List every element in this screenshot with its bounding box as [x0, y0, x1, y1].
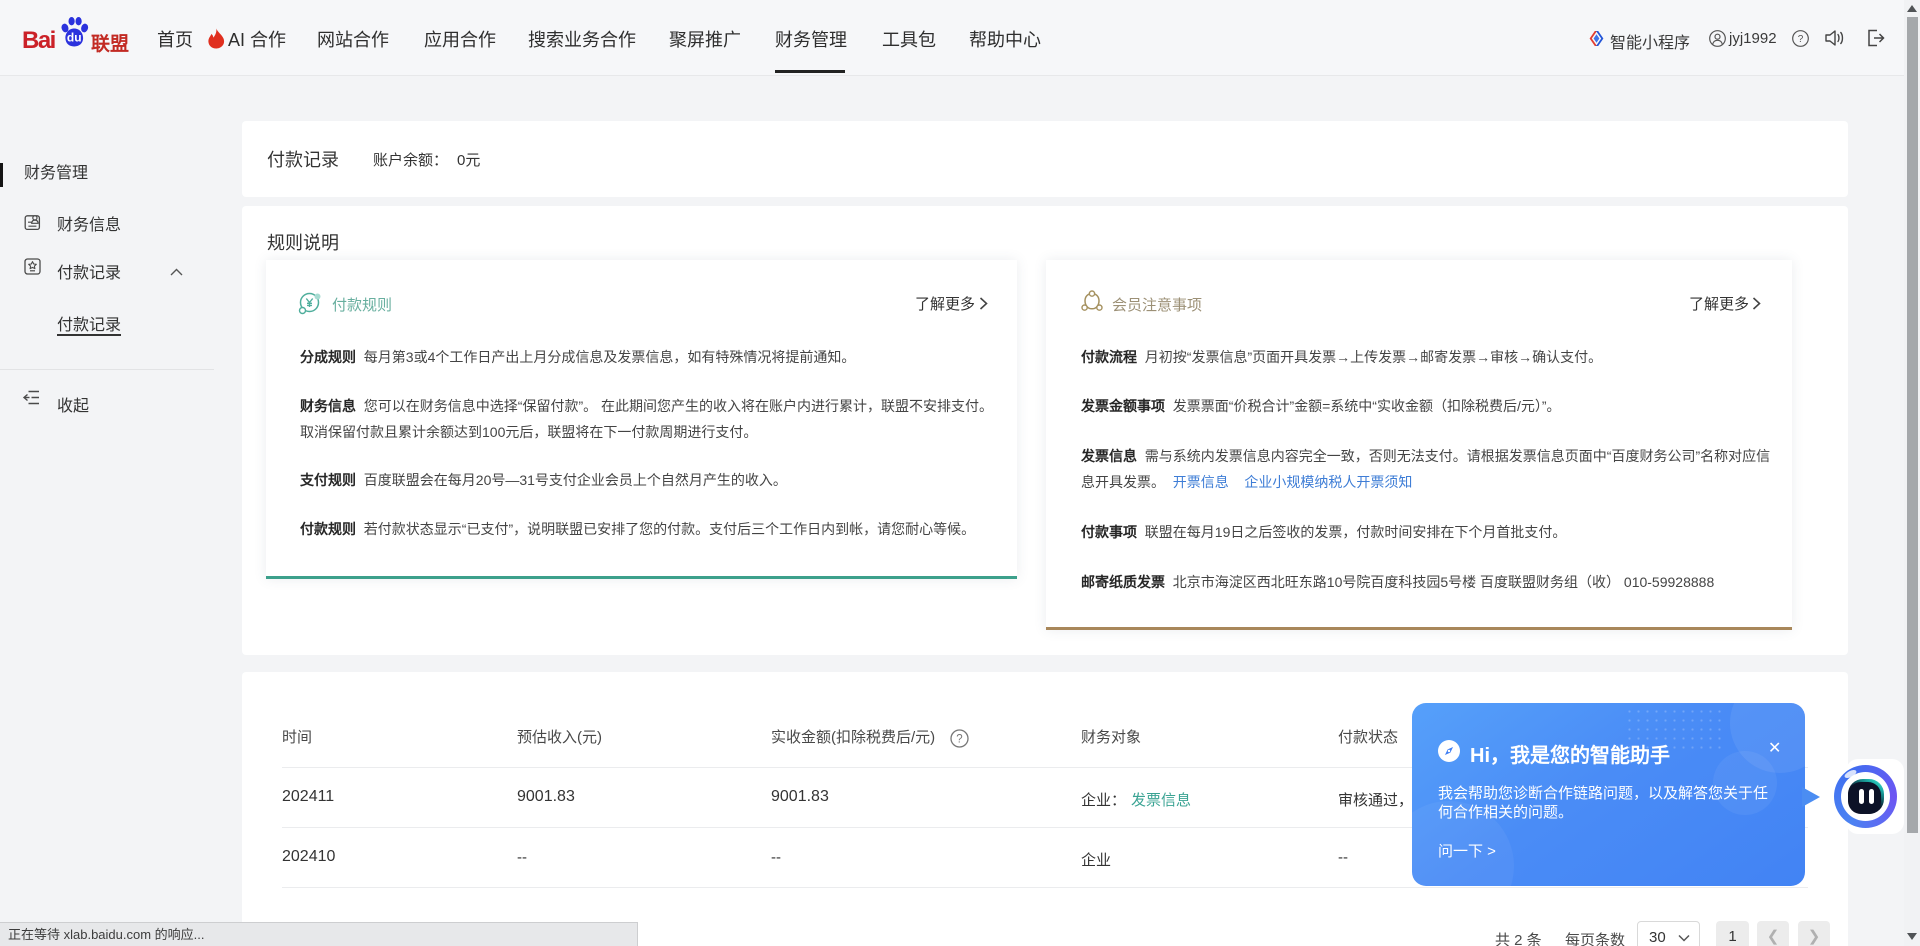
- svg-text:du: du: [67, 31, 82, 45]
- svg-text:?: ?: [956, 734, 962, 746]
- svg-text:?: ?: [1798, 34, 1804, 45]
